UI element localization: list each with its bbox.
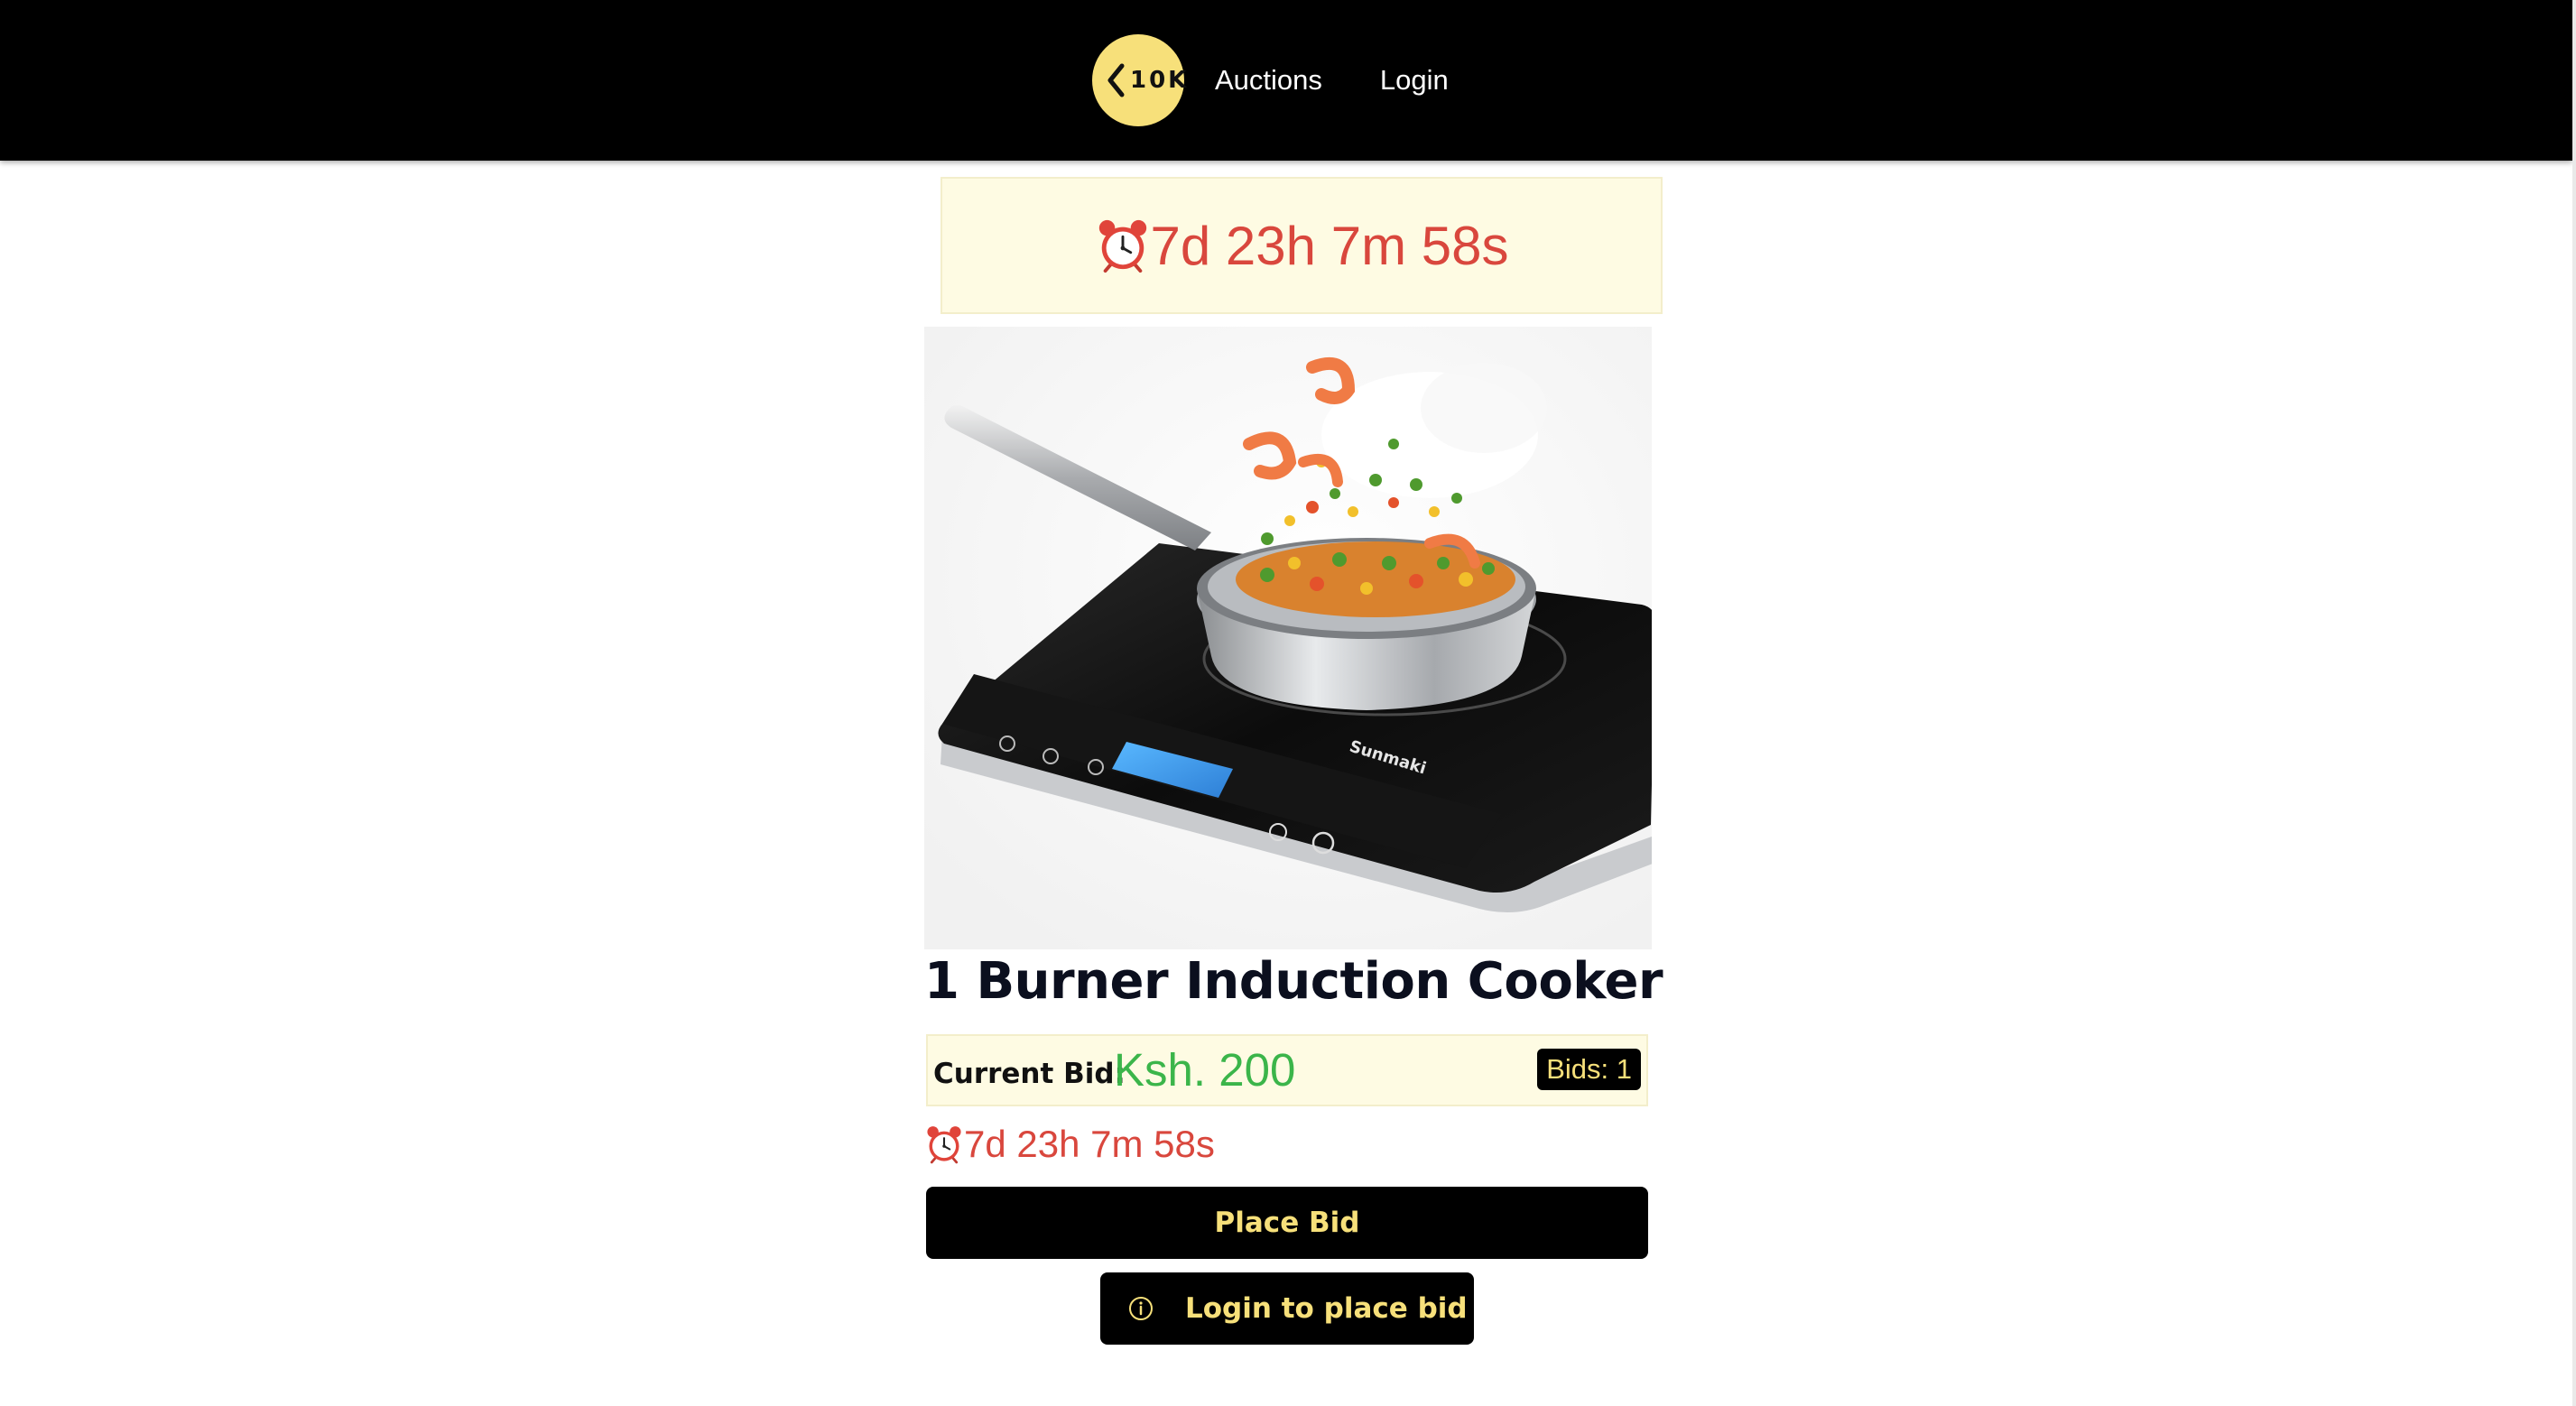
login-to-bid-button[interactable]: Login to place bid <box>1100 1272 1474 1345</box>
nav-login-link[interactable]: Login <box>1380 64 1449 97</box>
site-logo[interactable]: 10K <box>1092 34 1186 126</box>
product-timer-text: 7d 23h 7m 58s <box>964 1123 1215 1165</box>
current-bid-label: Current Bid: <box>933 1058 1126 1090</box>
product-title: 1 Burner Induction Cooker <box>924 952 1663 1011</box>
back-arrow-icon <box>1107 63 1125 97</box>
current-bid-panel: Current Bid: Ksh. 200 Bids: 1 <box>926 1034 1648 1106</box>
place-bid-button[interactable]: Place Bid <box>926 1187 1648 1259</box>
product-image[interactable]: Sunmaki <box>924 327 1652 949</box>
top-navbar: 10K Auctions Login <box>0 0 2572 161</box>
scrollbar-track[interactable] <box>2572 0 2576 1406</box>
info-icon <box>1127 1295 1154 1322</box>
nav-auctions-link[interactable]: Auctions <box>1215 64 1322 97</box>
logo-text: 10K <box>1130 67 1190 94</box>
bids-count-badge: Bids: 1 <box>1537 1049 1641 1090</box>
alarm-clock-icon <box>927 1126 961 1164</box>
login-to-bid-label: Login to place bid <box>1185 1292 1468 1325</box>
nav-group: 10K Auctions Login <box>1092 34 1449 126</box>
countdown-banner: 7d 23h 7m 58s <box>941 177 1663 314</box>
banner-timer-text: 7d 23h 7m 58s <box>1150 215 1509 276</box>
product-countdown: 7d 23h 7m 58s <box>924 1123 1215 1166</box>
current-bid-value: Ksh. 200 <box>1114 1044 1296 1096</box>
banner-countdown: 7d 23h 7m 58s <box>1095 215 1509 277</box>
alarm-clock-icon <box>1098 219 1146 273</box>
